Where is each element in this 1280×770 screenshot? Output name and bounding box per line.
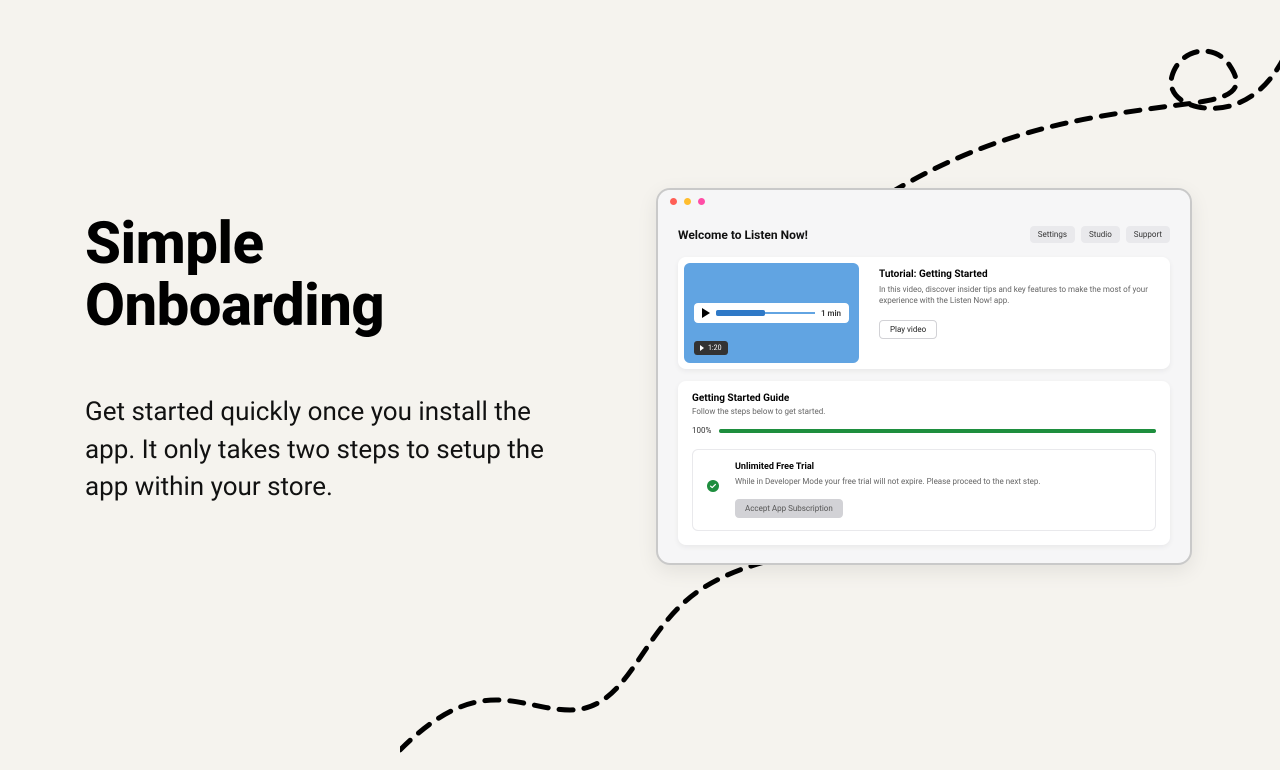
video-title: Tutorial: Getting Started [879, 269, 1156, 280]
tutorial-video-card: 1 min 1:20 Tutorial: Getting Started In … [678, 257, 1170, 369]
studio-button[interactable]: Studio [1081, 226, 1120, 243]
guide-subtitle: Follow the steps below to get started. [692, 407, 1156, 416]
headline-line2: Onboarding [85, 272, 384, 340]
step-title: Unlimited Free Trial [735, 462, 1141, 472]
maximize-icon [698, 198, 705, 205]
header-buttons: Settings Studio Support [1030, 226, 1170, 243]
duration-badge: 1:20 [694, 341, 728, 355]
subtext: Get started quickly once you install the… [85, 394, 565, 507]
video-description: In this video, discover insider tips and… [879, 285, 1156, 307]
play-icon [700, 345, 704, 351]
close-icon [670, 198, 677, 205]
play-video-button[interactable]: Play video [879, 320, 937, 339]
getting-started-guide: Getting Started Guide Follow the steps b… [678, 381, 1170, 545]
scrub-bar [716, 312, 815, 314]
progress-row: 100% [692, 426, 1156, 435]
play-icon [702, 308, 710, 318]
browser-window: Welcome to Listen Now! Settings Studio S… [656, 188, 1192, 565]
marketing-copy: Simple Onboarding Get started quickly on… [85, 213, 565, 507]
accept-subscription-button[interactable]: Accept App Subscription [735, 499, 843, 518]
video-thumbnail[interactable]: 1 min 1:20 [684, 263, 859, 363]
titlebar [658, 190, 1190, 212]
minimize-icon [684, 198, 691, 205]
guide-step: Unlimited Free Trial While in Developer … [692, 449, 1156, 531]
support-button[interactable]: Support [1126, 226, 1170, 243]
settings-button[interactable]: Settings [1030, 226, 1075, 243]
video-scrubber: 1 min [694, 303, 849, 323]
guide-title: Getting Started Guide [692, 393, 1156, 404]
step-description: While in Developer Mode your free trial … [735, 477, 1141, 486]
progress-bar [719, 429, 1156, 433]
check-icon [707, 480, 719, 492]
badge-time: 1:20 [708, 344, 722, 352]
progress-percent: 100% [692, 426, 711, 435]
app-title: Welcome to Listen Now! [678, 228, 808, 242]
video-strip-time: 1 min [821, 309, 841, 318]
headline: Simple Onboarding [85, 213, 565, 338]
headline-line1: Simple [85, 210, 264, 278]
